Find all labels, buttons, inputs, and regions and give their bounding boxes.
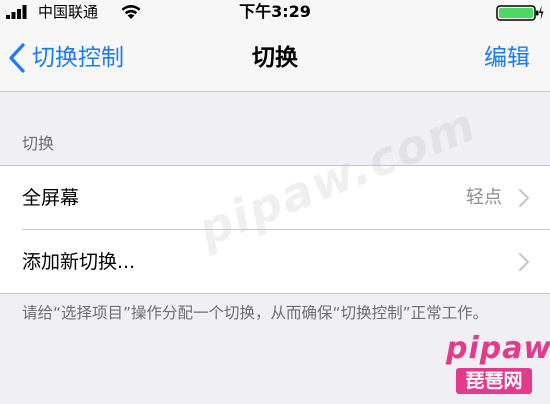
status-bar: 中国联通 下午3:29 [0,0,550,24]
watermark-logo-subtext: 琵琶网 [456,368,532,394]
list-item-detail: 轻点 [466,187,502,208]
status-time: 下午3:29 [239,2,311,21]
watermark-logo: pipaw 琵琶网 [446,330,550,400]
chevron-right-icon [518,188,530,208]
section-header: 切换 [22,134,55,153]
list-item-label: 全屏幕 [22,187,80,209]
watermark-logo-text: pipaw [446,331,550,366]
list-item-label: 添加新切换... [22,251,136,273]
navigation-bar: 切换控制 切换 编辑 [0,24,550,92]
section-footer-note: 请给“选择项目”操作分配一个切换，从而确保“切换控制”正常工作。 [22,304,489,322]
page-title: 切换 [252,45,298,71]
chevron-right-icon [518,252,530,272]
edit-button[interactable]: 编辑 [484,42,530,74]
battery-charging-icon [496,5,544,21]
list-item-add-new-switch[interactable]: 添加新切换... [0,230,550,294]
